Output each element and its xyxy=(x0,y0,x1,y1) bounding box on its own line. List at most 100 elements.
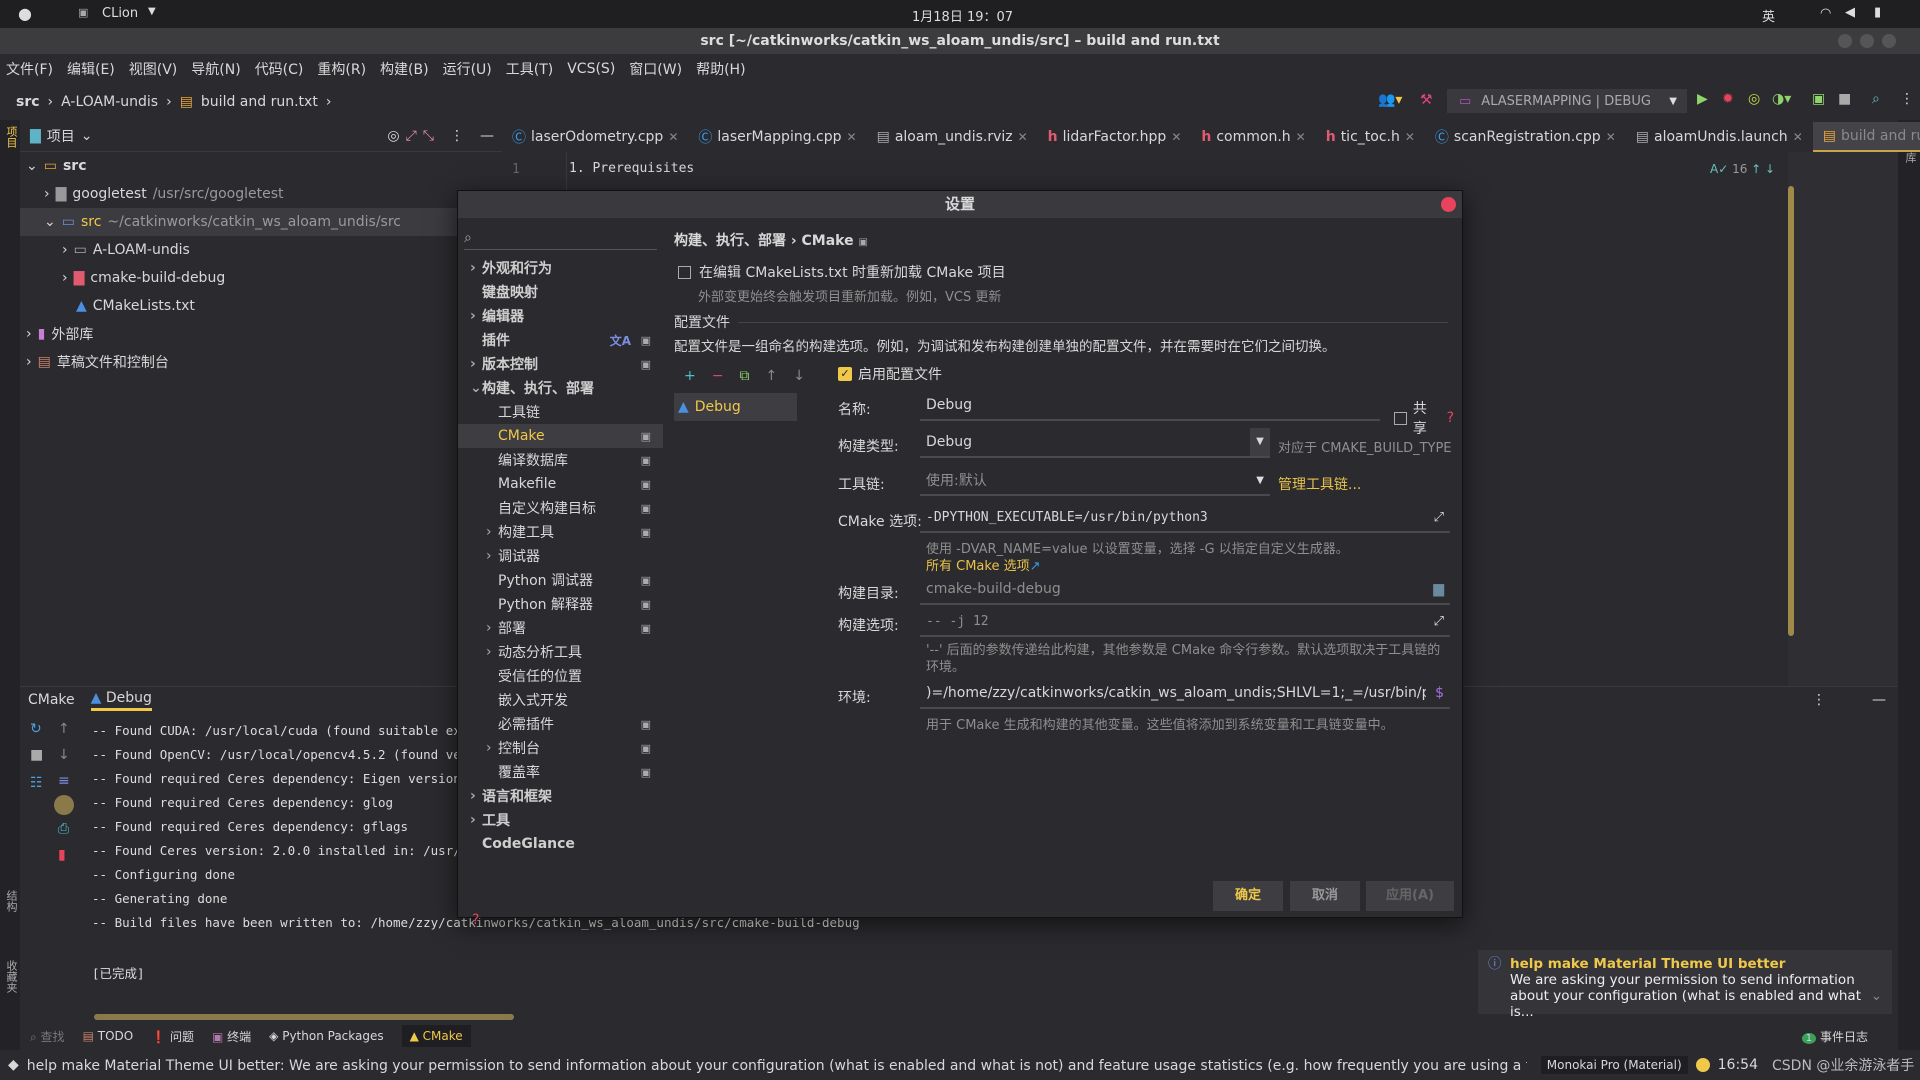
valgrind-chip-icon[interactable]: ▣ xyxy=(1812,91,1825,107)
close-tab-icon[interactable]: ✕ xyxy=(1018,130,1028,144)
profile-item-debug[interactable]: ▲ Debug xyxy=(674,393,797,421)
name-input[interactable]: Debug xyxy=(920,391,1380,421)
structure-tool-button[interactable]: 结构 xyxy=(3,890,19,912)
settings-nav-item[interactable]: 受信任的位置 xyxy=(458,664,663,688)
up-arrow-icon[interactable]: ↑ xyxy=(58,721,70,737)
settings-nav-item[interactable]: 插件 ▣ 文A xyxy=(458,328,663,352)
breadcrumb-item[interactable]: A-LOAM-undis xyxy=(61,94,158,110)
settings-nav-item[interactable]: › 外观和行为 xyxy=(458,256,663,280)
settings-search[interactable]: ⌕ xyxy=(464,226,657,250)
menu-navigate[interactable]: 导航(N) xyxy=(191,59,240,79)
settings-nav-item[interactable]: CMake ▣ xyxy=(458,424,663,448)
settings-nav-item[interactable]: › 编辑器 xyxy=(458,304,663,328)
run-coverage-icon[interactable]: ◎ xyxy=(1748,91,1760,107)
clear-trash-icon[interactable]: ▮ xyxy=(58,847,66,863)
print-icon[interactable]: ⎙ xyxy=(58,821,69,837)
tool-cmake[interactable]: ▲ CMake xyxy=(401,1025,471,1047)
settings-nav-item[interactable]: 编译数据库 ▣ xyxy=(458,448,663,472)
down-arrow-icon[interactable]: ↓ xyxy=(58,747,70,763)
tool-terminal[interactable]: ▣ 终端 xyxy=(212,1028,251,1045)
folder-open-icon[interactable]: ▆ xyxy=(1433,581,1444,597)
menu-code[interactable]: 代码(C) xyxy=(255,59,304,79)
settings-nav-item[interactable]: Python 调试器 ▣ xyxy=(458,568,663,592)
tab-aloam-rviz[interactable]: ▤ aloam_undis.rviz ✕ xyxy=(867,122,1038,152)
close-tab-icon[interactable]: ✕ xyxy=(1171,130,1181,144)
tab-aloamundis-launch[interactable]: ▤ aloamUndis.launch ✕ xyxy=(1626,122,1813,152)
settings-nav-item[interactable]: ⌄ 构建、执行、部署 xyxy=(458,376,663,400)
tab-lidarfactor[interactable]: h lidarFactor.hpp ✕ xyxy=(1038,122,1192,152)
copy-profile-icon[interactable]: ⧉ xyxy=(739,368,749,384)
stop-icon[interactable]: ■ xyxy=(1838,91,1851,107)
notification-balloon[interactable]: ⓘ help make Material Theme UI better We … xyxy=(1478,950,1892,1020)
close-tab-icon[interactable]: ✕ xyxy=(1606,130,1616,144)
breadcrumb-item[interactable]: src xyxy=(16,94,40,110)
profiler-icon[interactable]: ◑▾ xyxy=(1772,91,1791,107)
settings-nav-item[interactable]: Python 解释器 ▣ xyxy=(458,592,663,616)
chevron-down-icon[interactable]: ⌄ xyxy=(1871,988,1882,1004)
tree-item-external-libraries[interactable]: › ▮ 外部库 xyxy=(20,320,502,348)
locate-icon[interactable]: ◎ xyxy=(387,128,399,144)
soft-wrap-icon[interactable]: ≡ xyxy=(58,773,70,789)
tree-item-src[interactable]: ⌄ ▭ src ~/catkinworks/catkin_ws_aloam_undis… xyxy=(20,208,502,236)
notification-title[interactable]: help make Material Theme UI better xyxy=(1510,956,1880,972)
more-vertical-icon[interactable]: ⋮ xyxy=(1812,692,1826,708)
tab-build-and-run[interactable]: ▤build and run.txt✕ xyxy=(1812,122,1920,152)
tree-item-a-loam-undis[interactable]: › ▭ A-LOAM-undis xyxy=(20,236,502,264)
build-dir-input[interactable]: cmake-build-debug ▆ xyxy=(920,575,1450,605)
close-tab-icon[interactable]: ✕ xyxy=(1793,130,1803,144)
tree-item-src-root[interactable]: ⌄ ▭ src xyxy=(20,152,502,180)
settings-nav-item[interactable]: CodeGlance xyxy=(458,832,663,856)
code-minimap[interactable] xyxy=(1788,152,1898,686)
expand-all-icon[interactable]: ⤢ xyxy=(406,128,417,144)
move-up-icon[interactable]: ↑ xyxy=(765,368,777,384)
input-method[interactable]: 英 xyxy=(1762,6,1775,25)
debug-bug-icon[interactable]: ✹ xyxy=(1722,91,1734,107)
settings-nav-item[interactable]: › 调试器 xyxy=(458,544,663,568)
more-vertical-icon[interactable]: ⋮ xyxy=(1900,91,1914,107)
app-name[interactable]: CLion xyxy=(102,6,138,21)
status-message[interactable]: help make Material Theme UI better: We a… xyxy=(27,1055,1527,1075)
hide-icon[interactable]: — xyxy=(480,128,494,144)
build-type-select[interactable]: Debug ▼ xyxy=(920,428,1270,458)
tab-laserodometry[interactable]: ⒸlaserOdometry.cpp ✕ xyxy=(502,122,688,152)
environment-input[interactable]: )=/home/zzy/catkinworks/catkin_ws_aloam_… xyxy=(920,679,1450,709)
settings-nav-item[interactable]: › 动态分析工具 xyxy=(458,640,663,664)
scroll-to-end-icon[interactable] xyxy=(54,795,74,815)
menu-run[interactable]: 运行(U) xyxy=(443,59,492,79)
search-icon[interactable]: ⌕ xyxy=(1872,91,1880,107)
build-options-input[interactable]: -- -j 12 ⤢ xyxy=(920,607,1450,637)
tool-todo[interactable]: ▤ TODO xyxy=(83,1029,134,1043)
close-button[interactable] xyxy=(1882,34,1896,48)
settings-nav-item[interactable]: 键盘映射 xyxy=(458,280,663,304)
hide-icon[interactable]: — xyxy=(1872,692,1886,708)
share-checkbox[interactable]: 共享? xyxy=(1394,398,1454,438)
tab-common-h[interactable]: h common.h ✕ xyxy=(1191,122,1315,152)
reload-icon[interactable]: ↻ xyxy=(30,721,42,737)
checkbox-unchecked[interactable] xyxy=(1394,411,1407,425)
cancel-button[interactable]: 取消 xyxy=(1290,881,1360,911)
expand-icon[interactable]: ⤢ xyxy=(1434,614,1444,629)
checkbox-unchecked[interactable] xyxy=(678,265,691,279)
project-view-selector[interactable]: 项目 xyxy=(47,126,75,146)
settings-nav-item[interactable]: › 部署 ▣ xyxy=(458,616,663,640)
stop-icon[interactable]: ■ xyxy=(30,747,43,763)
ok-button[interactable]: 确定 xyxy=(1213,881,1283,911)
manage-toolchains-link[interactable]: 管理工具链... xyxy=(1278,474,1361,494)
settings-nav-item[interactable]: 工具链 xyxy=(458,400,663,424)
volume-icon[interactable]: ◀ xyxy=(1845,5,1855,20)
menu-file[interactable]: 文件(F) xyxy=(6,59,53,79)
menu-edit[interactable]: 编辑(E) xyxy=(67,59,115,79)
settings-nav-item[interactable]: 必需插件 ▣ xyxy=(458,712,663,736)
close-tab-icon[interactable]: ✕ xyxy=(847,130,857,144)
close-tab-icon[interactable]: ✕ xyxy=(1296,130,1306,144)
clock[interactable]: 1月18日 19：07 xyxy=(912,6,1013,25)
theme-indicator[interactable]: Monokai Pro (Material) xyxy=(1540,1056,1688,1074)
tree-item-cmake-build-debug[interactable]: › ▇ cmake-build-debug xyxy=(20,264,502,292)
close-tab-icon[interactable]: ✕ xyxy=(1405,130,1415,144)
toolchain-select[interactable]: 使用:默认 ▼ xyxy=(920,466,1270,496)
menu-vcs[interactable]: VCS(S) xyxy=(567,61,615,77)
cmake-options-input[interactable]: -DPYTHON_EXECUTABLE=/usr/bin/python3 ⤢ xyxy=(920,503,1450,533)
battery-icon[interactable]: ▮ xyxy=(1874,5,1881,20)
run-config-selector[interactable]: ▭ ALASERMAPPING | DEBUG ▼ xyxy=(1447,89,1687,113)
minimize-button[interactable] xyxy=(1838,34,1852,48)
